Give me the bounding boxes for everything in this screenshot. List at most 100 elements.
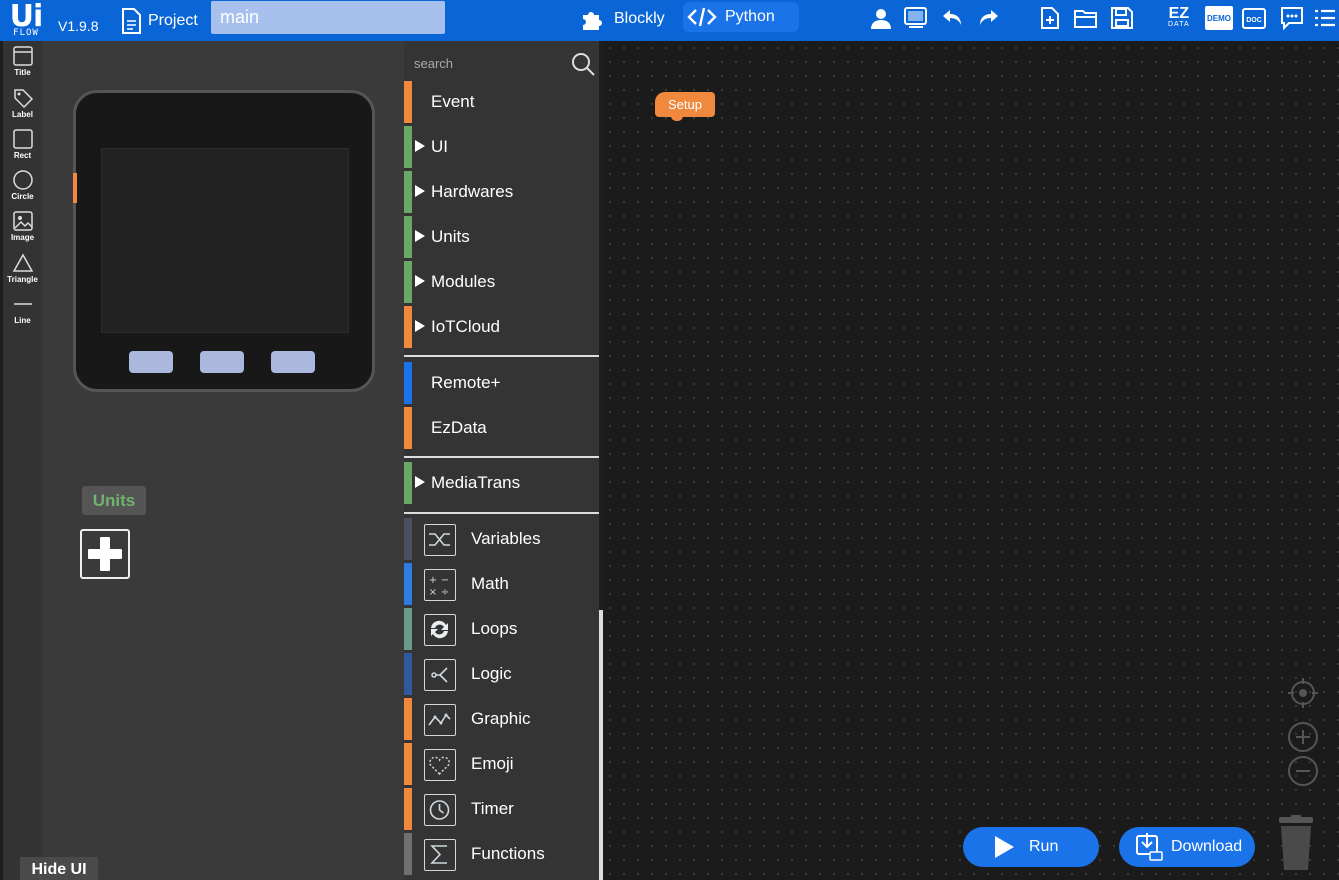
blockly-workspace[interactable]: Setup Run Download [603, 41, 1339, 880]
category-color-bar [404, 698, 412, 740]
category-remote-plus[interactable]: Remote+ [404, 362, 599, 404]
download-button[interactable]: Download [1119, 827, 1255, 867]
code-icon [687, 7, 717, 27]
category-units[interactable]: Units [404, 216, 599, 258]
device-button-a[interactable] [129, 351, 173, 373]
category-graphic[interactable]: Graphic [404, 698, 599, 740]
category-emoji[interactable]: Emoji [404, 743, 599, 785]
expand-arrow-icon [415, 140, 425, 152]
menu-button[interactable] [1311, 5, 1339, 31]
download-icon [1136, 833, 1163, 861]
category-timer[interactable]: Timer [404, 788, 599, 830]
undo-button[interactable] [938, 5, 966, 31]
expand-arrow-icon [415, 476, 425, 488]
new-file-button[interactable] [1036, 5, 1064, 31]
category-iotcloud[interactable]: IoTCloud [404, 306, 599, 348]
logo-ui-text: Ui [9, 0, 44, 34]
category-math[interactable]: + − × ÷ Math [404, 563, 599, 605]
tool-triangle[interactable]: Triangle [3, 252, 42, 284]
tool-image[interactable]: Image [3, 210, 42, 242]
project-button[interactable]: Project [120, 8, 198, 34]
category-modules[interactable]: Modules [404, 261, 599, 303]
zoom-out-icon[interactable] [1287, 755, 1319, 787]
trash-icon[interactable] [1277, 815, 1315, 871]
redo-button[interactable] [975, 5, 1003, 31]
category-event[interactable]: Event [404, 81, 599, 123]
device-screen-canvas[interactable] [101, 148, 349, 333]
category-color-bar [404, 362, 412, 404]
category-label: Emoji [471, 754, 514, 773]
category-search[interactable]: search [404, 41, 599, 81]
category-label: Graphic [471, 709, 531, 728]
user-icon [871, 9, 891, 29]
setup-block[interactable]: Setup [655, 92, 715, 121]
category-functions[interactable]: Functions [404, 833, 599, 875]
plus-icon-vertical [100, 537, 110, 571]
tool-label-widget[interactable]: Label [3, 87, 42, 119]
hide-ui-label: Hide UI [31, 861, 87, 878]
logo-flow-text: FLOW [13, 27, 39, 38]
zoom-in-icon[interactable] [1287, 721, 1319, 753]
category-loops[interactable]: Loops [404, 608, 599, 650]
user-button[interactable] [867, 5, 895, 31]
category-color-bar [404, 81, 412, 123]
file-name-field[interactable]: main [211, 1, 445, 34]
svg-text:+: + [429, 575, 437, 586]
python-label: Python [725, 8, 775, 25]
math-icon: + − × ÷ [424, 569, 456, 601]
tool-label: Circle [11, 192, 34, 201]
category-hardwares[interactable]: Hardwares [404, 171, 599, 213]
save-button[interactable] [1108, 5, 1136, 31]
feedback-button[interactable] [1278, 5, 1306, 31]
download-label: Download [1171, 838, 1243, 855]
menu-list-icon [1315, 9, 1335, 27]
add-unit-button[interactable] [80, 529, 130, 579]
recenter-icon[interactable] [1287, 677, 1319, 709]
loops-icon [424, 614, 456, 646]
category-logic[interactable]: Logic [404, 653, 599, 695]
variables-icon [424, 524, 456, 556]
tool-circle[interactable]: Circle [3, 169, 42, 201]
tool-label: Label [12, 110, 33, 119]
rect-icon [12, 129, 33, 149]
svg-text:×: × [429, 587, 437, 598]
device-button[interactable] [902, 5, 930, 31]
units-tag: Units [82, 486, 146, 515]
category-color-bar [404, 518, 412, 560]
device-button-c[interactable] [271, 351, 315, 373]
run-button[interactable]: Run [963, 827, 1099, 867]
run-label: Run [1029, 838, 1059, 855]
tool-rect[interactable]: Rect [3, 128, 42, 160]
category-color-bar [404, 743, 412, 785]
undo-icon [943, 10, 961, 25]
device-button-b[interactable] [200, 351, 244, 373]
category-ui[interactable]: UI [404, 126, 599, 168]
search-icon[interactable] [570, 51, 596, 77]
play-icon [995, 836, 1014, 858]
category-color-bar [404, 171, 412, 213]
category-divider [404, 456, 599, 458]
category-color-bar [404, 126, 412, 168]
category-ezdata[interactable]: EzData [404, 407, 599, 449]
demo-button[interactable]: DEMO [1205, 6, 1233, 30]
category-label: Units [431, 227, 470, 246]
category-label: Logic [471, 664, 512, 683]
ezdata-button[interactable]: EZ DATA [1168, 6, 1190, 29]
version-label: V1.9.8 [58, 18, 99, 34]
python-mode-button[interactable]: Python [683, 2, 799, 32]
category-color-bar [404, 261, 412, 303]
blockly-mode-button[interactable]: Blockly [580, 6, 665, 32]
category-variables[interactable]: Variables [404, 518, 599, 560]
svg-text:−: − [441, 575, 449, 586]
timer-icon [424, 794, 456, 826]
category-color-bar [404, 563, 412, 605]
demo-label: DEMO [1207, 13, 1231, 23]
folder-icon [1074, 10, 1097, 28]
category-mediatrans[interactable]: MediaTrans [404, 462, 599, 504]
category-label: Variables [471, 529, 541, 548]
hide-ui-button[interactable]: Hide UI [20, 857, 98, 880]
tool-title[interactable]: Title [3, 45, 42, 77]
doc-button[interactable]: DOC [1240, 5, 1268, 31]
tool-line[interactable]: Line [3, 293, 42, 325]
open-folder-button[interactable] [1072, 5, 1100, 31]
